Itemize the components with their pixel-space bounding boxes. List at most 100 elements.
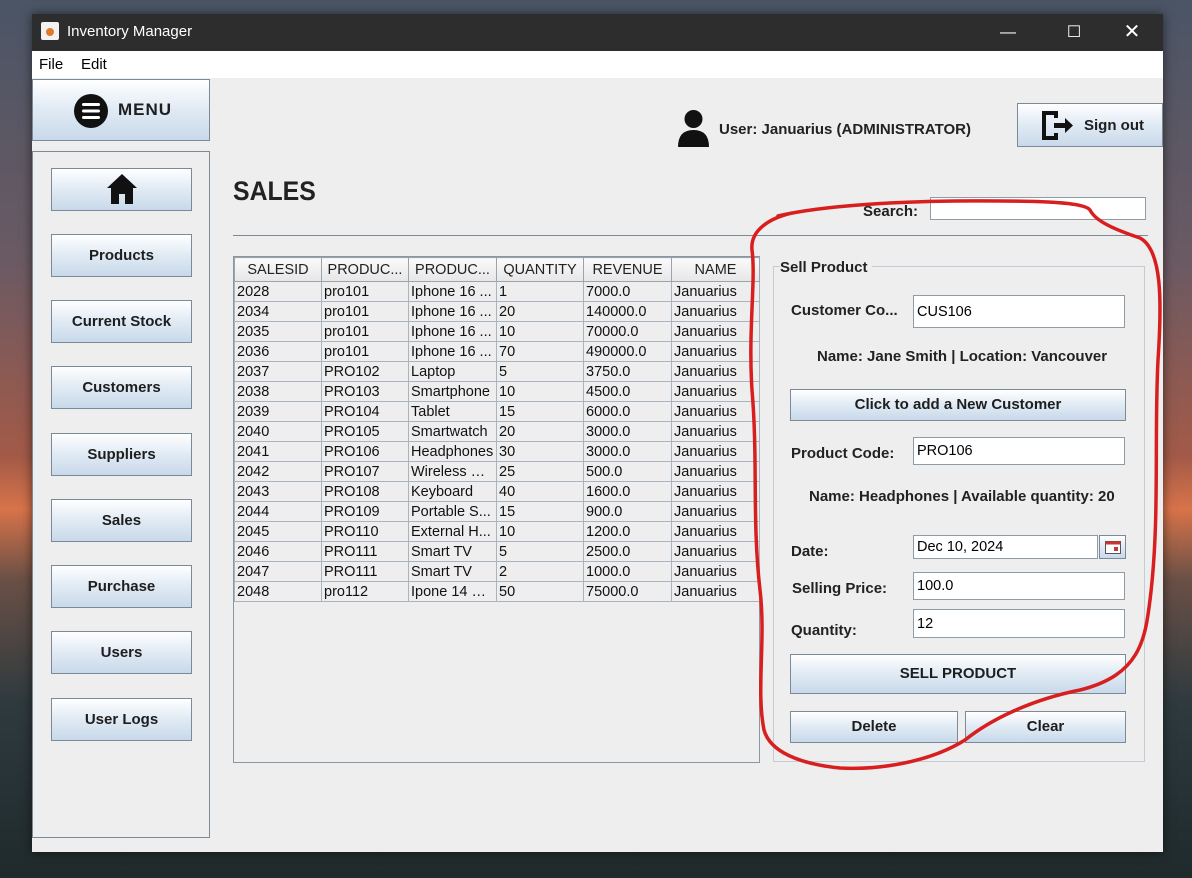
date-picker-button[interactable] — [1099, 535, 1126, 559]
table-cell: PRO109 — [321, 501, 409, 522]
maximize-icon[interactable]: ☐ — [1051, 14, 1097, 51]
delete-button[interactable]: Delete — [790, 711, 958, 743]
clear-button[interactable]: Clear — [965, 711, 1126, 743]
menu-file[interactable]: File — [39, 56, 63, 73]
sales-table-scroll[interactable]: SALESID PRODUC... PRODUC... QUANTITY REVENUE… — [233, 256, 760, 763]
table-cell: PRO108 — [321, 481, 409, 502]
table-cell: 15 — [496, 401, 584, 422]
sell-product-title: Sell Product — [780, 259, 872, 276]
sidebar-item-products[interactable]: Products — [51, 234, 192, 277]
table-row[interactable]: 2042 PRO107 Wireless M... 25 500.0 Januarius — [234, 461, 760, 482]
table-cell: Laptop — [408, 361, 497, 382]
quantity-field[interactable] — [913, 609, 1125, 638]
table-cell: Portable S... — [408, 501, 497, 522]
column-header[interactable]: QUANTITY — [496, 257, 584, 282]
sidebar-item-current-stock[interactable]: Current Stock — [51, 300, 192, 343]
table-cell: Ipone 14 Pr... — [408, 581, 497, 602]
column-header[interactable]: NAME — [671, 257, 760, 282]
table-row[interactable]: 2038 PRO103 Smartphone 10 4500.0 Januarius — [234, 381, 760, 402]
table-cell: 15 — [496, 501, 584, 522]
user-icon — [678, 110, 709, 147]
menu-bar: File Edit — [32, 51, 1163, 79]
sidebar-item-user-logs[interactable]: User Logs — [51, 698, 192, 741]
table-cell: PRO107 — [321, 461, 409, 482]
table-row[interactable]: 2035 pro101 Iphone 16 ... 10 70000.0 Januariu… — [234, 321, 760, 342]
table-cell: 2043 — [234, 481, 322, 502]
column-header[interactable]: SALESID — [234, 257, 322, 282]
sidebar-item-customers[interactable]: Customers — [51, 366, 192, 409]
search-input[interactable] — [930, 197, 1146, 220]
product-info: Name: Headphones | Available quantity: 2… — [809, 488, 1115, 505]
table-cell: Januarius — [671, 461, 760, 482]
table-row[interactable]: 2036 pro101 Iphone 16 ... 70 490000.0 Januari… — [234, 341, 760, 362]
table-cell: 5 — [496, 541, 584, 562]
title-bar: Inventory Manager — ☐ ✕ — [32, 14, 1163, 51]
menu-toggle-button[interactable]: MENU — [32, 79, 210, 141]
minimize-icon[interactable]: — — [985, 14, 1031, 51]
sidebar-item-suppliers[interactable]: Suppliers — [51, 433, 192, 476]
column-header[interactable]: REVENUE — [583, 257, 672, 282]
sidebar-item-users[interactable]: Users — [51, 631, 192, 674]
date-field[interactable] — [913, 535, 1098, 559]
table-row[interactable]: 2041 PRO106 Headphones 30 3000.0 Januarius — [234, 441, 760, 462]
table-cell: Januarius — [671, 321, 760, 342]
home-button[interactable] — [51, 168, 192, 211]
table-row[interactable]: 2028 pro101 Iphone 16 ... 1 7000.0 Januarius — [234, 281, 760, 302]
table-cell: 2500.0 — [583, 541, 672, 562]
table-cell: 2041 — [234, 441, 322, 462]
table-cell: Januarius — [671, 381, 760, 402]
sales-table: SALESID PRODUC... PRODUC... QUANTITY REVENUE… — [234, 257, 760, 602]
table-cell: pro101 — [321, 321, 409, 342]
table-cell: 2047 — [234, 561, 322, 582]
table-row[interactable]: 2046 PRO111 Smart TV 5 2500.0 Januarius — [234, 541, 760, 562]
column-header[interactable]: PRODUC... — [408, 257, 497, 282]
table-cell: Januarius — [671, 501, 760, 522]
table-cell: Headphones — [408, 441, 497, 462]
table-cell: Smartphone — [408, 381, 497, 402]
table-cell: 25 — [496, 461, 584, 482]
table-row[interactable]: 2034 pro101 Iphone 16 ... 20 140000.0 Januari… — [234, 301, 760, 322]
selling-price-field[interactable] — [913, 572, 1125, 600]
column-header[interactable]: PRODUC... — [321, 257, 409, 282]
sidebar-item-purchase[interactable]: Purchase — [51, 565, 192, 608]
table-cell: Wireless M... — [408, 461, 497, 482]
customer-code-label: Customer Co... — [791, 302, 898, 319]
table-cell: Januarius — [671, 581, 760, 602]
table-cell: 2044 — [234, 501, 322, 522]
sign-out-icon — [1042, 111, 1073, 140]
table-cell: 2036 — [234, 341, 322, 362]
table-cell: 40 — [496, 481, 584, 502]
table-cell: 3000.0 — [583, 441, 672, 462]
table-row[interactable]: 2043 PRO108 Keyboard 40 1600.0 Januarius — [234, 481, 760, 502]
table-row[interactable]: 2037 PRO102 Laptop 5 3750.0 Januarius — [234, 361, 760, 382]
sell-product-button[interactable]: SELL PRODUCT — [790, 654, 1126, 694]
customer-code-field[interactable] — [913, 295, 1125, 328]
menu-edit[interactable]: Edit — [81, 56, 107, 73]
table-cell: pro101 — [321, 341, 409, 362]
sidebar: Products Current Stock Customers Supplie… — [32, 151, 210, 838]
menu-label: MENU — [118, 100, 173, 119]
sidebar-item-sales[interactable]: Sales — [51, 499, 192, 542]
close-icon[interactable]: ✕ — [1109, 14, 1155, 51]
table-cell: Januarius — [671, 401, 760, 422]
add-customer-button[interactable]: Click to add a New Customer — [790, 389, 1126, 421]
product-code-field[interactable] — [913, 437, 1125, 465]
table-cell: pro112 — [321, 581, 409, 602]
table-cell: 10 — [496, 521, 584, 542]
table-row[interactable]: 2040 PRO105 Smartwatch 20 3000.0 Januarius — [234, 421, 760, 442]
table-row[interactable]: 2048 pro112 Ipone 14 Pr... 50 75000.0 Januari… — [234, 581, 760, 602]
window-title: Inventory Manager — [67, 23, 193, 40]
table-cell: Januarius — [671, 481, 760, 502]
table-cell: 3000.0 — [583, 421, 672, 442]
table-cell: 2042 — [234, 461, 322, 482]
sign-out-button[interactable]: Sign out — [1017, 103, 1163, 147]
table-cell: 3750.0 — [583, 361, 672, 382]
table-row[interactable]: 2039 PRO104 Tablet 15 6000.0 Januarius — [234, 401, 760, 422]
table-cell: PRO111 — [321, 561, 409, 582]
table-cell: 7000.0 — [583, 281, 672, 302]
table-row[interactable]: 2045 PRO110 External H... 10 1200.0 Januarius — [234, 521, 760, 542]
table-cell: 2034 — [234, 301, 322, 322]
table-row[interactable]: 2044 PRO109 Portable S... 15 900.0 Januarius — [234, 501, 760, 522]
table-cell: 10 — [496, 321, 584, 342]
table-row[interactable]: 2047 PRO111 Smart TV 2 1000.0 Januarius — [234, 561, 760, 582]
